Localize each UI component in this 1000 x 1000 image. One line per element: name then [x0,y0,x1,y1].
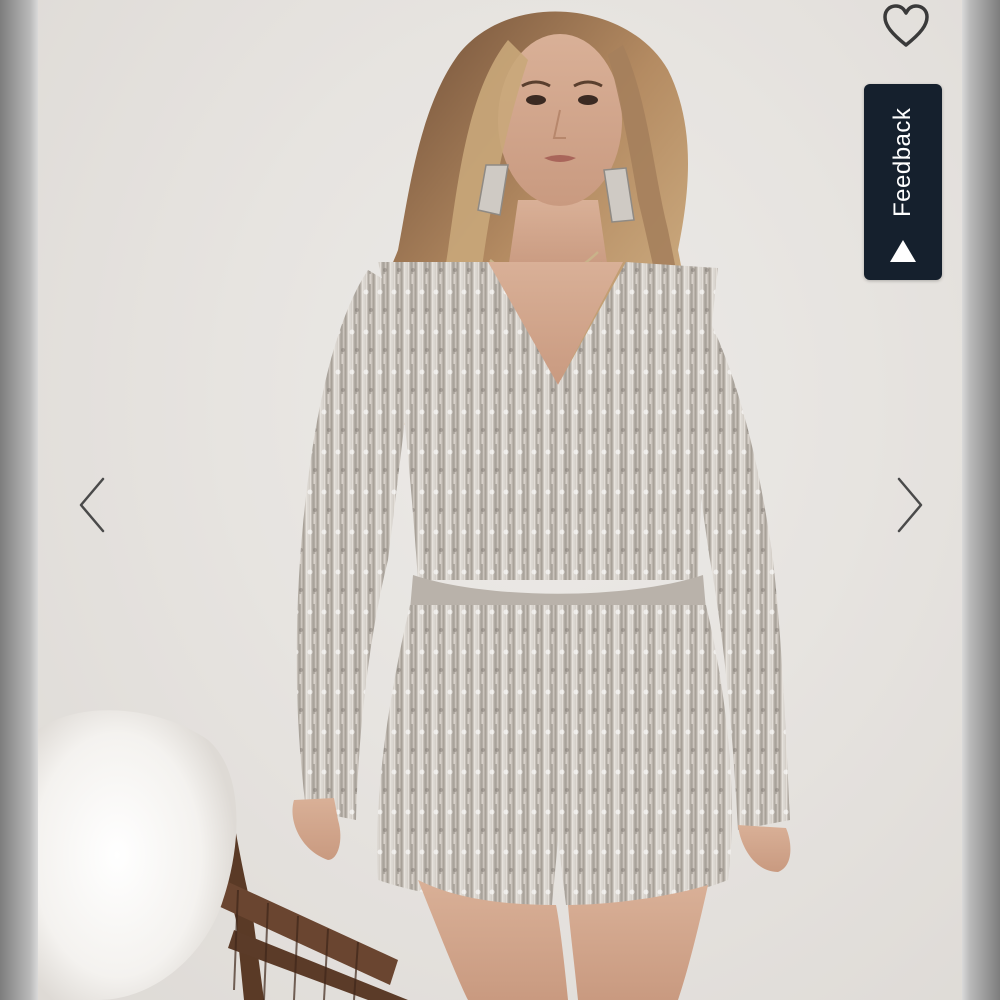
product-photo-illustration [38,0,962,1000]
next-image-button[interactable] [884,470,934,540]
previous-image-button[interactable] [68,470,118,540]
triangle-up-icon [890,240,916,262]
heart-icon [883,4,929,47]
favorite-button[interactable] [878,0,934,52]
screen: Feedback [0,0,1000,1000]
feedback-label: Feedback [889,107,916,217]
chevron-right-icon [897,477,923,533]
chevron-left-icon [79,477,105,533]
feedback-tab[interactable]: Feedback [864,84,942,280]
product-photo[interactable] [38,0,962,1000]
